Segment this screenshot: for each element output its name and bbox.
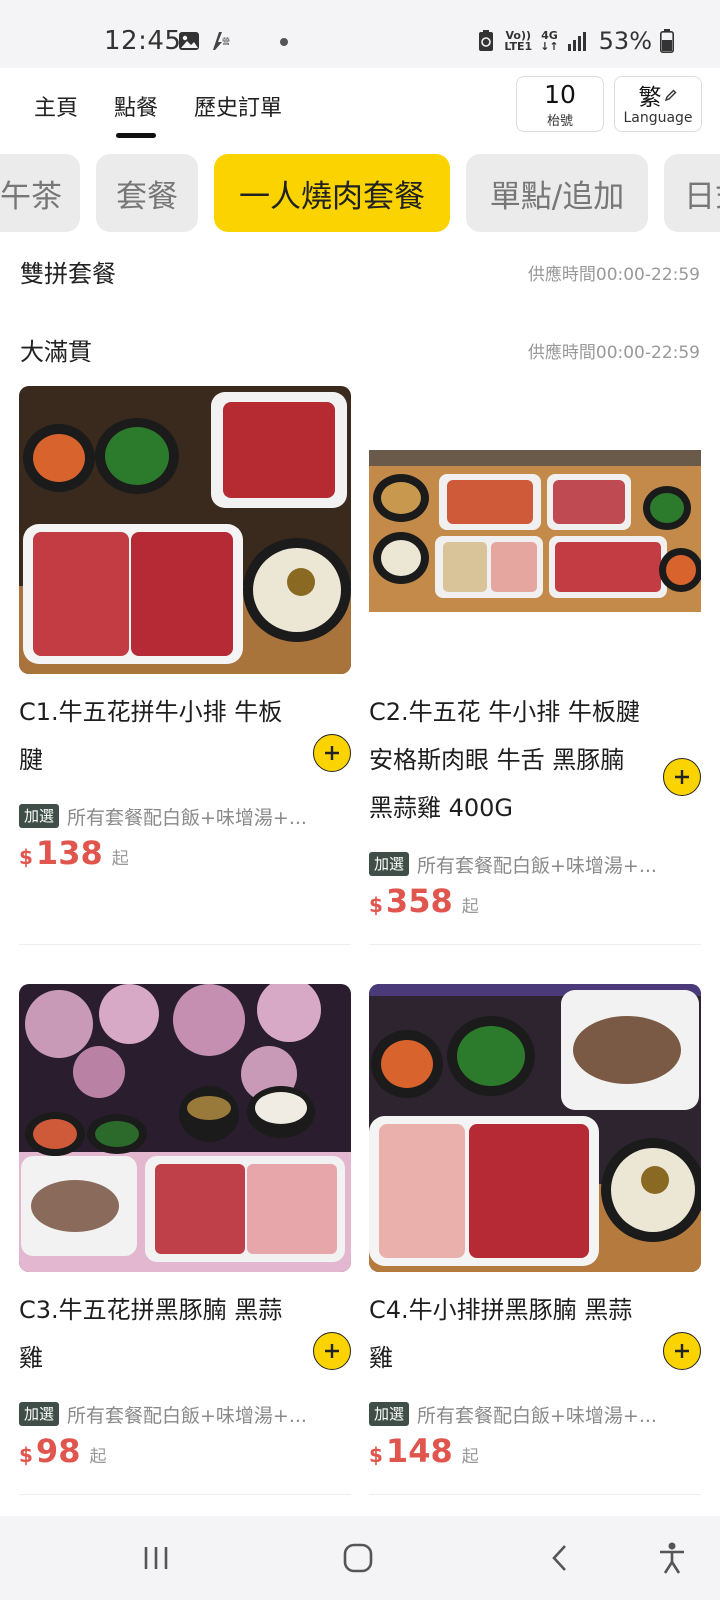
section-title: 雙拼套餐 — [20, 260, 116, 288]
table-number-box[interactable]: 10 枱號 — [516, 76, 604, 132]
battery-percent: 53% — [598, 27, 652, 55]
option-tag: 加選 — [19, 804, 60, 828]
table-number-label: 枱號 — [546, 114, 573, 129]
product-price: 98 — [35, 1432, 81, 1470]
product-card[interactable]: C1.牛五花拼牛小排 牛板 腱 加選 所有套餐配白飯+味增湯+... $ 138… — [19, 386, 351, 945]
product-description: 所有套餐配白飯+味增湯+... — [67, 1404, 307, 1427]
category-bar: 午茶 套餐 一人燒肉套餐 單點/追加 日式 — [0, 154, 720, 232]
option-row: 加選 所有套餐配白飯+味增湯+... — [19, 1401, 351, 1427]
system-nav-bar — [0, 1516, 720, 1600]
option-tag: 加選 — [19, 1402, 60, 1426]
plus-icon — [325, 746, 339, 760]
add-to-cart-button[interactable] — [663, 758, 701, 796]
product-price: 358 — [385, 882, 453, 920]
back-icon[interactable] — [540, 1538, 580, 1578]
notification-dot — [280, 38, 288, 46]
category-chip[interactable]: 套餐 — [96, 154, 198, 232]
product-image — [369, 984, 701, 1272]
svg-text:營: 營 — [222, 36, 230, 46]
data-saver-icon — [479, 30, 494, 51]
volte-indicator: Vo)) LTE1 — [504, 29, 533, 53]
status-time: 12:45 — [104, 26, 182, 56]
section-serving-time: 供應時間00:00-22:59 — [527, 265, 700, 285]
add-to-cart-button[interactable] — [313, 734, 351, 772]
product-name: C4.牛小排拼黑豚腩 黑蒜 雞 — [369, 1296, 633, 1372]
status-right: Vo)) LTE1 4G ↓↑ 53% — [476, 24, 674, 58]
product-name: C3.牛五花拼黑豚腩 黑蒜 雞 — [19, 1296, 283, 1372]
product-name: C1.牛五花拼牛小排 牛板 腱 — [19, 698, 283, 774]
product-image — [369, 386, 701, 674]
price-row: $ 148 起 — [369, 1432, 479, 1470]
status-bar: 12:45 營 Vo)) LTE1 4G ↓↑ 53% — [0, 0, 720, 68]
product-price: 148 — [385, 1432, 453, 1470]
plus-icon — [675, 1344, 689, 1358]
product-card[interactable]: C3.牛五花拼黑豚腩 黑蒜 雞 加選 所有套餐配白飯+味增湯+... $ 98 … — [19, 984, 351, 1495]
product-image — [19, 984, 351, 1272]
product-image — [19, 386, 351, 674]
app-header: 主頁 點餐 歷史訂單 10 枱號 繁 Language — [0, 68, 720, 148]
product-description: 所有套餐配白飯+味增湯+... — [417, 1404, 657, 1427]
section-serving-time: 供應時間00:00-22:59 — [527, 343, 700, 363]
edit-icon — [664, 89, 676, 102]
product-name: C2.牛五花 牛小排 牛板腱 安格斯肉眼 牛舌 黑豚腩 黑蒜雞 400G — [369, 698, 640, 822]
divider — [19, 944, 351, 945]
divider — [369, 944, 701, 945]
option-tag: 加選 — [369, 1402, 410, 1426]
add-to-cart-button[interactable] — [313, 1332, 351, 1370]
option-tag: 加選 — [369, 852, 410, 876]
option-row: 加選 所有套餐配白飯+味增湯+... — [369, 851, 701, 877]
product-description: 所有套餐配白飯+味增湯+... — [67, 806, 307, 829]
accessibility-icon[interactable] — [652, 1538, 692, 1578]
divider — [369, 1494, 701, 1495]
option-row: 加選 所有套餐配白飯+味增湯+... — [369, 1401, 701, 1427]
product-description: 所有套餐配白飯+味增湯+... — [417, 854, 657, 877]
option-row: 加選 所有套餐配白飯+味增湯+... — [19, 803, 351, 829]
tab-order[interactable]: 點餐 — [114, 90, 158, 138]
gallery-icon — [179, 32, 199, 50]
product-price: 138 — [35, 834, 103, 872]
category-chip[interactable]: 午茶 — [0, 154, 80, 232]
language-button[interactable]: 繁 Language — [614, 76, 702, 132]
app-notification-icon: 營 — [213, 32, 230, 50]
product-card[interactable]: C2.牛五花 牛小排 牛板腱 安格斯肉眼 牛舌 黑豚腩 黑蒜雞 400G 加選 … — [369, 386, 701, 945]
price-row: $ 138 起 — [19, 834, 129, 872]
signal-icon — [567, 32, 586, 51]
tab-order-history[interactable]: 歷史訂單 — [194, 90, 282, 122]
product-card[interactable]: C4.牛小排拼黑豚腩 黑蒜 雞 加選 所有套餐配白飯+味增湯+... $ 148… — [369, 984, 701, 1495]
category-chip[interactable]: 日式 — [664, 154, 720, 232]
table-number: 10 — [544, 80, 576, 109]
language-current: 繁 — [638, 85, 662, 111]
price-row: $ 98 起 — [19, 1432, 107, 1470]
section-title: 大滿貫 — [20, 338, 92, 366]
home-icon[interactable] — [338, 1538, 378, 1578]
tab-home[interactable]: 主頁 — [34, 90, 78, 122]
plus-icon — [325, 1344, 339, 1358]
language-label: Language — [623, 110, 693, 126]
plus-icon — [675, 770, 689, 784]
recents-icon[interactable] — [136, 1538, 176, 1578]
divider — [19, 1494, 351, 1495]
add-to-cart-button[interactable] — [663, 1332, 701, 1370]
category-chip[interactable]: 單點/追加 — [466, 154, 648, 232]
battery-icon — [660, 29, 674, 53]
price-row: $ 358 起 — [369, 882, 479, 920]
network-indicator: 4G ↓↑ — [540, 29, 559, 53]
category-chip-active[interactable]: 一人燒肉套餐 — [214, 154, 450, 232]
